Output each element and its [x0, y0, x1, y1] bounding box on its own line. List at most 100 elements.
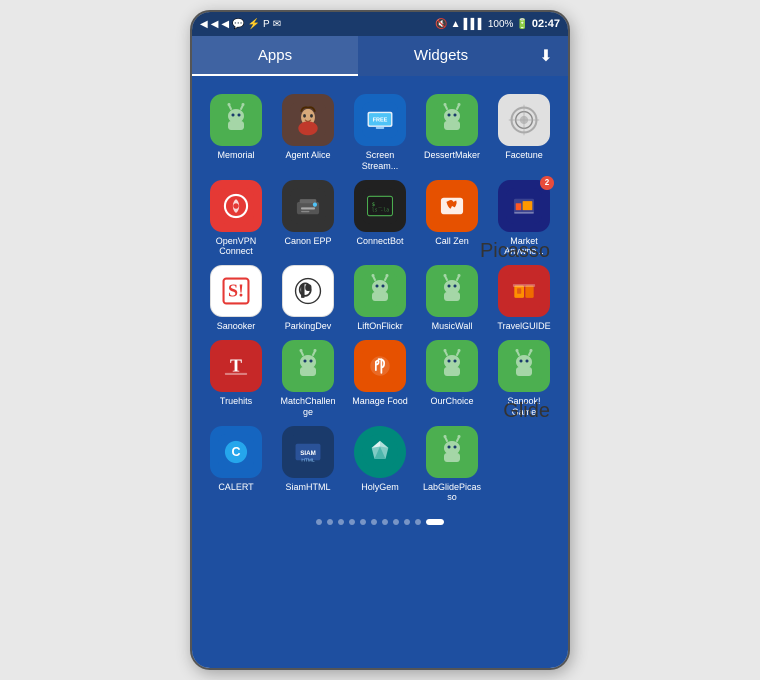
status-icons-left: ◀ ◀ ◀ 💬 ⚡ P ✉	[200, 19, 281, 30]
manage-food-icon	[354, 340, 406, 392]
connectbot-label: ConnectBot	[356, 236, 403, 247]
apps-grid-container: Memorial	[192, 76, 568, 668]
picasso-label: Picasso	[480, 240, 550, 263]
app-agent-alice[interactable]: Agent Alice	[274, 94, 342, 172]
liftonflickr-icon	[354, 265, 406, 317]
svg-text:C: C	[232, 445, 241, 459]
dot-1[interactable]	[327, 519, 333, 525]
dot-0[interactable]	[316, 519, 322, 525]
app-canon-epp[interactable]: Canon EPP	[274, 180, 342, 258]
app-travelguide[interactable]: TravelGUIDE	[490, 265, 558, 332]
messenger-icon: 💬	[232, 19, 244, 30]
app-siamhtml[interactable]: SIAM HTML SiamHTML	[274, 426, 342, 504]
dot-7[interactable]	[393, 519, 399, 525]
openvpn-icon	[210, 180, 262, 232]
liftonflickr-label: LiftOnFlickr	[357, 321, 403, 332]
glide-label: Glide	[503, 400, 550, 423]
tab-widgets[interactable]: Widgets	[358, 36, 524, 76]
memorial-icon	[210, 94, 262, 146]
svg-text:T: T	[230, 356, 242, 376]
mute-icon: 🔇	[435, 19, 447, 30]
svg-text:HTML: HTML	[301, 457, 314, 463]
siamhtml-icon: SIAM HTML	[282, 426, 334, 478]
svg-text:ls -la: ls -la	[372, 207, 390, 213]
app-screen-stream[interactable]: FREE Screen Stream...	[346, 94, 414, 172]
svg-text:$ _: $ _	[372, 202, 383, 208]
market-anywhere-badge: 2	[540, 176, 554, 190]
dot-2[interactable]	[338, 519, 344, 525]
status-bar: ◀ ◀ ◀ 💬 ⚡ P ✉ 🔇 ▲ ▌▌▌ 100% 🔋 02:47	[192, 12, 568, 36]
app-sanooker[interactable]: S! Sanooker	[202, 265, 270, 332]
app-facetune[interactable]: Facetune	[490, 94, 558, 172]
wifi-icon: ▲	[451, 19, 461, 30]
market-anywhere-icon: 2	[498, 180, 550, 232]
nav-icon-2: ◀	[211, 19, 219, 30]
ourchoice-icon	[426, 340, 478, 392]
truehits-icon: T	[210, 340, 262, 392]
page-dots	[192, 511, 568, 531]
dessertmaker-icon	[426, 94, 478, 146]
musicwall-label: MusicWall	[432, 321, 473, 332]
mail-icon: ✉	[273, 19, 281, 30]
tab-apps[interactable]: Apps	[192, 36, 358, 76]
svg-text:S!: S!	[228, 281, 244, 301]
siamhtml-label: SiamHTML	[285, 482, 330, 493]
agent-alice-icon	[282, 94, 334, 146]
dot-3[interactable]	[349, 519, 355, 525]
phone-frame: ◀ ◀ ◀ 💬 ⚡ P ✉ 🔇 ▲ ▌▌▌ 100% 🔋 02:47 Apps …	[190, 10, 570, 670]
app-truehits[interactable]: T Truehits	[202, 340, 270, 418]
calert-icon: C	[210, 426, 262, 478]
musicwall-icon	[426, 265, 478, 317]
battery-icon: 🔋	[516, 19, 528, 30]
dot-6[interactable]	[382, 519, 388, 525]
truehits-label: Truehits	[220, 396, 252, 407]
dot-8[interactable]	[404, 519, 410, 525]
status-time: 02:47	[532, 18, 560, 30]
dot-9[interactable]	[415, 519, 421, 525]
facetune-icon	[498, 94, 550, 146]
download-button[interactable]: ⬇	[524, 36, 568, 76]
app-liftonflickr[interactable]: LiftOnFlickr	[346, 265, 414, 332]
tab-bar: Apps Widgets ⬇	[192, 36, 568, 76]
canon-epp-icon	[282, 180, 334, 232]
app-dessertmaker[interactable]: DessertMaker	[418, 94, 486, 172]
facetune-label: Facetune	[505, 150, 543, 161]
matchchallenge-icon	[282, 340, 334, 392]
app-openvpn[interactable]: OpenVPN Connect	[202, 180, 270, 258]
screen-stream-icon: FREE	[354, 94, 406, 146]
holygem-icon	[354, 426, 406, 478]
app-connectbot[interactable]: $ _ ls -la ConnectBot	[346, 180, 414, 258]
app-holygem[interactable]: HolyGem	[346, 426, 414, 504]
app-ourchoice[interactable]: OurChoice	[418, 340, 486, 418]
app-parkingdev[interactable]: ParkingDev	[274, 265, 342, 332]
dot-10[interactable]	[426, 519, 444, 525]
calert-label: CALERT	[218, 482, 253, 493]
agent-alice-label: Agent Alice	[285, 150, 330, 161]
call-zen-icon	[426, 180, 478, 232]
app-call-zen[interactable]: Call Zen	[418, 180, 486, 258]
holygem-label: HolyGem	[361, 482, 399, 493]
dot-4[interactable]	[360, 519, 366, 525]
svg-text:FREE: FREE	[373, 117, 388, 123]
usb-icon: ⚡	[248, 19, 260, 30]
app-calert[interactable]: C CALERT	[202, 426, 270, 504]
travelguide-label: TravelGUIDE	[497, 321, 550, 332]
app-memorial[interactable]: Memorial	[202, 94, 270, 172]
svg-text:SIAM: SIAM	[300, 449, 316, 456]
nav-icon-1: ◀	[200, 19, 208, 30]
app-manage-food[interactable]: Manage Food	[346, 340, 414, 418]
call-zen-label: Call Zen	[435, 236, 469, 247]
app-musicwall[interactable]: MusicWall	[418, 265, 486, 332]
labglidepicasso-label: LabGlidePicasso	[422, 482, 482, 504]
app-labglidepicasso[interactable]: LabGlidePicasso	[418, 426, 486, 504]
sanooker-label: Sanooker	[217, 321, 256, 332]
screen-stream-label: Screen Stream...	[350, 150, 410, 172]
dessertmaker-label: DessertMaker	[424, 150, 480, 161]
nav-icon-3: ◀	[221, 19, 229, 30]
manage-food-label: Manage Food	[352, 396, 408, 407]
matchchallenge-label: MatchChallenge	[278, 396, 338, 418]
signal-icon: ▌▌▌	[464, 19, 485, 30]
app-matchchallenge[interactable]: MatchChallenge	[274, 340, 342, 418]
pinterest-icon: P	[263, 19, 270, 30]
dot-5[interactable]	[371, 519, 377, 525]
